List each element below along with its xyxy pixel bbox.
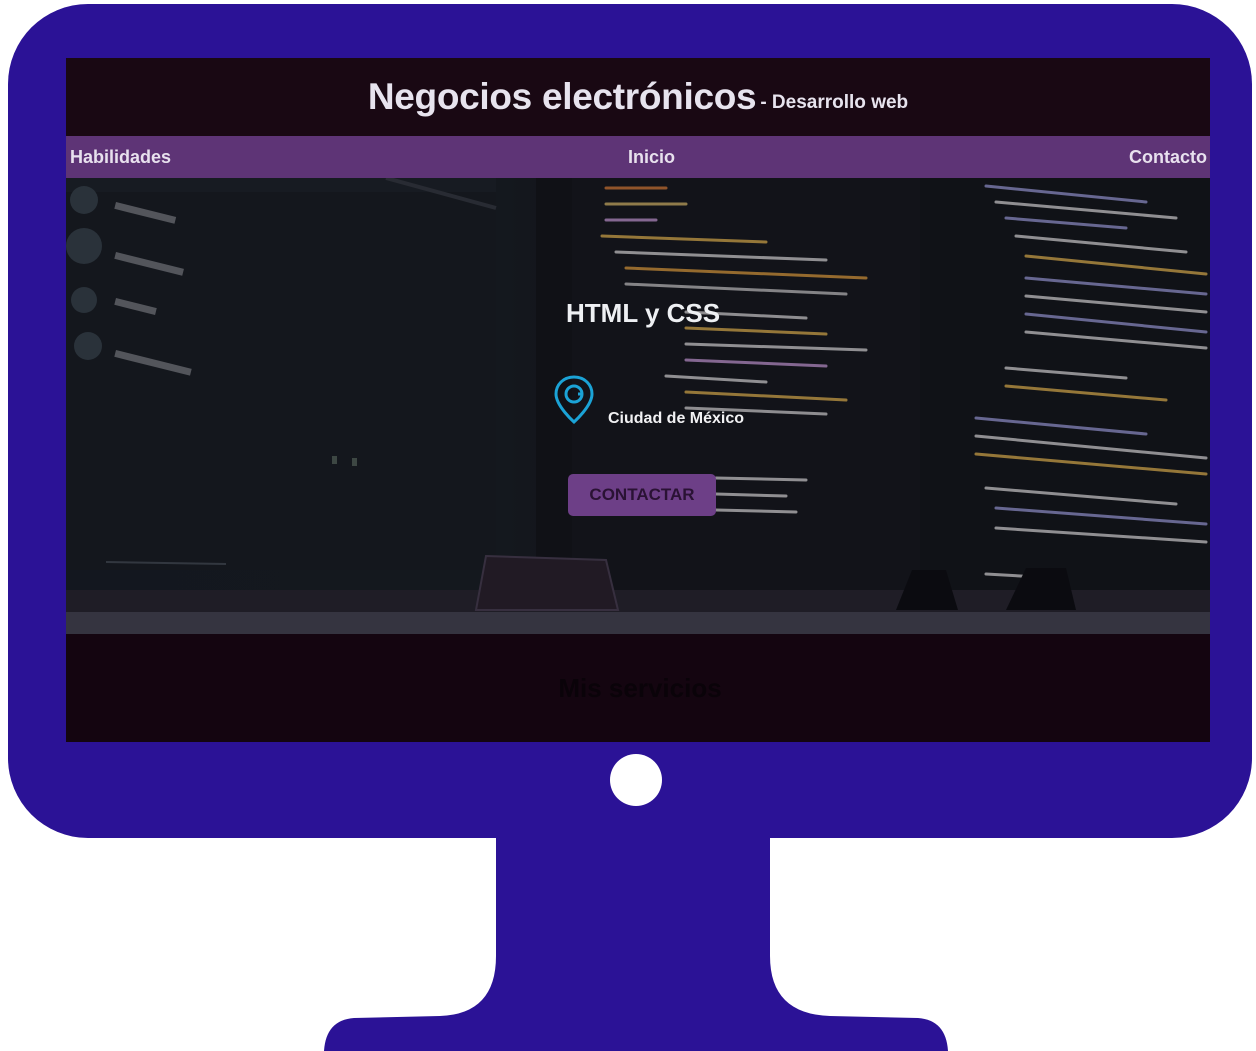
hero-section: HTML y CSS Ciudad de México CONTACTAR [66,178,1210,612]
monitor-stand [324,830,948,1051]
location-label: Ciudad de México [608,410,745,427]
site-subtitle: - Desarrollo web [760,92,909,113]
services-title: Mis servicios [558,672,722,703]
nav-bar: Habilidades Inicio Contacto [66,136,1210,178]
nav-link-habilidades[interactable]: Habilidades [70,147,171,168]
hero-overlay [66,178,1210,612]
power-button [610,754,662,806]
services-section: Mis servicios [66,634,1210,742]
nav-link-inicio[interactable]: Inicio [628,147,675,168]
map-pin-icon [554,375,594,425]
contact-button[interactable]: CONTACTAR [568,474,716,516]
website-screen: Negocios electrónicos - Desarrollo web H… [66,58,1210,742]
section-divider [66,612,1210,634]
site-title: Negocios electrónicos [367,76,757,117]
hero-title: HTML y CSS [566,298,721,328]
site-header: Negocios electrónicos - Desarrollo web [66,58,1210,136]
nav-link-contacto[interactable]: Contacto [1129,147,1207,168]
